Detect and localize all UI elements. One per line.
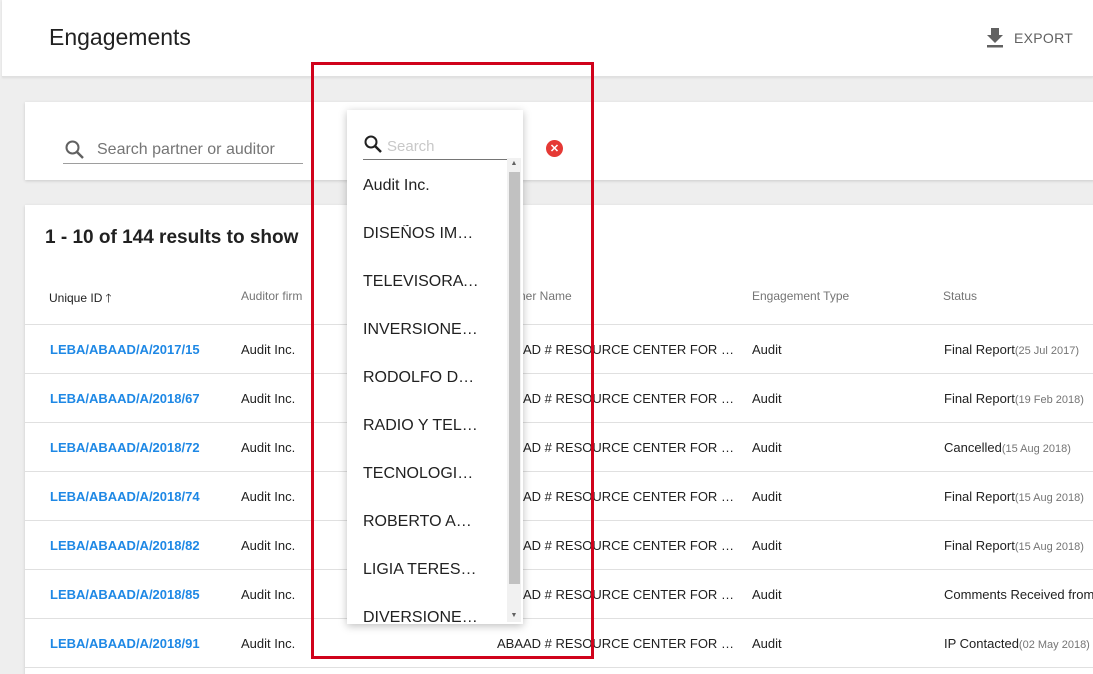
unique-id-link[interactable]: LEBA/ABAAD/A/2018/91 <box>50 636 200 651</box>
auditor-firm-cell: Audit Inc. <box>241 342 296 357</box>
dropdown-option[interactable]: LIGIA TERESA Y… <box>347 546 507 594</box>
column-auditor-firm[interactable]: Auditor firm <box>241 289 302 303</box>
status-cell: IP Contacted(02 May 2018) <box>944 636 1090 651</box>
dropdown-option[interactable]: RADIO Y TELEVI… <box>347 402 507 450</box>
page-header: Engagements EXPORT <box>2 0 1093 77</box>
table-row[interactable]: LEBA/ABAAD/A/2018/85 Audit Inc. ABAAD # … <box>25 570 1093 619</box>
search-icon <box>363 134 383 159</box>
engagement-type-cell: Audit <box>752 489 782 504</box>
partner-name-cell: ABAAD # RESOURCE CENTER FOR GEN… <box>497 342 737 357</box>
table-header: Unique ID 🡑 Auditor firm Partner Name Eng… <box>25 275 1093 325</box>
unique-id-link[interactable]: LEBA/ABAAD/A/2018/72 <box>50 440 200 455</box>
dropdown-scrollbar[interactable]: ▲ ▼ <box>507 158 521 622</box>
engagement-type-cell: Audit <box>752 538 782 553</box>
auditor-firm-dropdown[interactable]: Audit Inc. DISEÑOS IMPR… TELEVISORA NI… … <box>347 110 523 624</box>
dropdown-option[interactable]: TELEVISORA NI… <box>347 258 507 306</box>
auditor-firm-cell: Audit Inc. <box>241 587 296 602</box>
status-cell: Final Report(25 Jul 2017) <box>944 342 1080 357</box>
table-row[interactable]: LEBA/ABAAD/A/2018/82 Audit Inc. ABAAD # … <box>25 521 1093 570</box>
status-cell: Final Report(15 Aug 2018) <box>944 489 1084 504</box>
engagement-type-cell: Audit <box>752 636 782 651</box>
partner-name-cell: ABAAD # RESOURCE CENTER FOR GEN… <box>497 440 737 455</box>
dropdown-option[interactable]: INVERSIONES … <box>347 306 507 354</box>
status-cell: Comments Received from <box>944 587 1093 602</box>
unique-id-link[interactable]: LEBA/ABAAD/A/2018/74 <box>50 489 200 504</box>
column-unique-id[interactable]: Unique ID 🡑 <box>49 289 112 310</box>
partner-name-cell: ABAAD # RESOURCE CENTER FOR GEN… <box>497 391 737 406</box>
page-title: Engagements <box>49 24 191 50</box>
partner-name-cell: ABAAD # RESOURCE CENTER FOR GEN… <box>497 587 737 602</box>
dropdown-option[interactable]: ROBERTO ANTO… <box>347 498 507 546</box>
engagement-type-cell: Audit <box>752 342 782 357</box>
engagement-type-cell: Audit <box>752 587 782 602</box>
unique-id-link[interactable]: LEBA/ABAAD/A/2017/15 <box>50 342 200 357</box>
export-label: EXPORT <box>1014 30 1074 46</box>
auditor-firm-cell: Audit Inc. <box>241 538 296 553</box>
auditor-firm-cell: Audit Inc. <box>241 489 296 504</box>
table-row[interactable]: LEBA/ABAAD/A/2018/74 Audit Inc. ABAAD # … <box>25 472 1093 521</box>
engagement-type-cell: Audit <box>752 440 782 455</box>
dropdown-option[interactable]: DIVERSIONES U… <box>347 594 507 624</box>
dropdown-option[interactable]: Audit Inc. <box>347 162 507 210</box>
unique-id-link[interactable]: LEBA/ABAAD/A/2018/67 <box>50 391 200 406</box>
dropdown-search-field[interactable] <box>363 134 521 160</box>
scroll-down-arrow-icon[interactable]: ▼ <box>507 610 521 622</box>
unique-id-link[interactable]: LEBA/ABAAD/A/2018/85 <box>50 587 200 602</box>
engagements-table-card: 1 - 10 of 144 results to show Unique ID 🡑… <box>25 205 1093 674</box>
dropdown-option[interactable]: DISEÑOS IMPR… <box>347 210 507 258</box>
export-button[interactable]: EXPORT <box>986 26 1073 50</box>
scrollbar-thumb[interactable] <box>509 172 520 584</box>
table-row[interactable]: LEBA/ABAAD/A/2018/91 Audit Inc. ABAAD # … <box>25 619 1093 668</box>
dropdown-option[interactable]: TECNOLOGIA IN… <box>347 450 507 498</box>
engagement-type-cell: Audit <box>752 391 782 406</box>
clear-filter-icon[interactable]: ✕ <box>546 140 563 157</box>
status-cell: Cancelled(15 Aug 2018) <box>944 440 1071 455</box>
unique-id-link[interactable]: LEBA/ABAAD/A/2018/82 <box>50 538 200 553</box>
auditor-firm-cell: Audit Inc. <box>241 440 296 455</box>
dropdown-options: Audit Inc. DISEÑOS IMPR… TELEVISORA NI… … <box>347 162 507 624</box>
scroll-up-arrow-icon[interactable]: ▲ <box>507 158 521 170</box>
auditor-firm-cell: Audit Inc. <box>241 636 296 651</box>
results-count: 1 - 10 of 144 results to show <box>45 227 299 248</box>
partner-name-cell: ABAAD # RESOURCE CENTER FOR GEN… <box>497 636 737 651</box>
status-cell: Final Report(19 Feb 2018) <box>944 391 1084 406</box>
partner-name-cell: ABAAD # RESOURCE CENTER FOR GEN… <box>497 538 737 553</box>
column-engagement-type[interactable]: Engagement Type <box>752 289 849 303</box>
dropdown-option[interactable]: RODOLFO DE JE… <box>347 354 507 402</box>
column-status[interactable]: Status <box>943 289 977 303</box>
search-input[interactable] <box>97 140 287 159</box>
sort-arrow-up-icon: 🡑 <box>105 291 112 305</box>
table-row[interactable]: LEBA/ABAAD/A/2017/15 Audit Inc. ABAAD # … <box>25 325 1093 374</box>
status-cell: Final Report(15 Aug 2018) <box>944 538 1084 553</box>
auditor-firm-cell: Audit Inc. <box>241 391 296 406</box>
search-icon <box>63 138 87 162</box>
partner-auditor-search[interactable] <box>63 136 303 164</box>
table-row[interactable]: LEBA/ABAAD/A/2018/72 Audit Inc. ABAAD # … <box>25 423 1093 472</box>
download-icon <box>986 28 1004 48</box>
table-row[interactable]: LEBA/ABAAD/A/2018/67 Audit Inc. ABAAD # … <box>25 374 1093 423</box>
partner-name-cell: ABAAD # RESOURCE CENTER FOR GEN… <box>497 489 737 504</box>
dropdown-search-input[interactable] <box>387 138 517 155</box>
